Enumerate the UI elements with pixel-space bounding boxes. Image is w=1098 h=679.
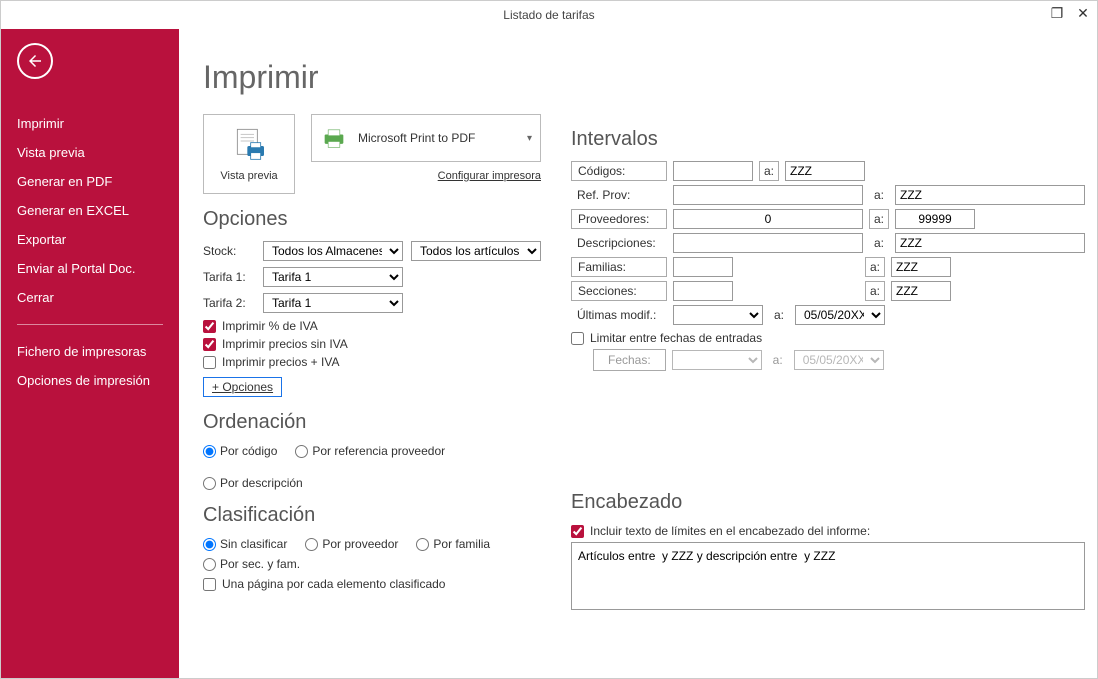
chk-mas-iva-label: Imprimir precios + IVA <box>222 355 339 369</box>
nav-generar-excel[interactable]: Generar en EXCEL <box>17 196 163 225</box>
lbl-ultmodif: Últimas modif.: <box>571 305 667 325</box>
a-descripciones: a: <box>869 233 889 253</box>
opciones-heading: Opciones <box>203 208 541 231</box>
nav-cerrar[interactable]: Cerrar <box>17 283 163 312</box>
chk-una-pagina-label: Una página por cada elemento clasificado <box>222 577 445 591</box>
a-codigos: a: <box>759 161 779 181</box>
ultmodif-to[interactable]: 05/05/20XX <box>795 305 885 325</box>
radio-por-descripcion[interactable] <box>203 477 216 490</box>
fechas-button[interactable]: Fechas: <box>593 349 666 371</box>
encabezado-heading: Encabezado <box>571 491 1085 514</box>
secciones-to[interactable] <box>891 281 951 301</box>
nav-imprimir[interactable]: Imprimir <box>17 109 163 138</box>
lbl-refprov: Ref. Prov: <box>571 185 667 205</box>
refprov-to[interactable] <box>895 185 1085 205</box>
lbl-descripciones: Descripciones: <box>571 233 667 253</box>
tarifa2-label: Tarifa 2: <box>203 296 255 310</box>
a-familias: a: <box>865 257 885 277</box>
descripciones-to[interactable] <box>895 233 1085 253</box>
lbl-proveedores: Proveedores: <box>571 209 667 229</box>
window-maximize-icon[interactable]: ❐ <box>1049 5 1065 21</box>
radio-por-familia[interactable] <box>416 538 429 551</box>
printer-name: Microsoft Print to PDF <box>358 131 475 145</box>
window-title: Listado de tarifas <box>503 8 594 22</box>
chk-incluir-limites[interactable] <box>571 525 584 538</box>
nav-opciones-impresion[interactable]: Opciones de impresión <box>17 366 163 395</box>
radio-sin-clasificar[interactable] <box>203 538 216 551</box>
secciones-from[interactable] <box>673 281 733 301</box>
document-printer-icon <box>229 126 269 166</box>
proveedores-to[interactable] <box>895 209 975 229</box>
tarifa1-select[interactable]: Tarifa 1 <box>263 267 403 287</box>
radio-por-proveedor[interactable] <box>305 538 318 551</box>
printer-selector[interactable]: Microsoft Print to PDF ▾ <box>311 114 541 162</box>
radio-por-codigo-label: Por código <box>220 444 277 458</box>
radio-por-familia-label: Por familia <box>433 537 490 551</box>
chk-sin-iva-label: Imprimir precios sin IVA <box>222 337 348 351</box>
radio-por-sec-fam-label: Por sec. y fam. <box>220 557 300 571</box>
a-proveedores: a: <box>869 209 889 229</box>
more-options-button[interactable]: + Opciones <box>203 377 282 397</box>
radio-por-ref-prov[interactable] <box>295 445 308 458</box>
ordenacion-heading: Ordenación <box>203 411 541 434</box>
chk-limitar-fechas[interactable] <box>571 332 584 345</box>
nav-enviar-portal[interactable]: Enviar al Portal Doc. <box>17 254 163 283</box>
radio-por-codigo[interactable] <box>203 445 216 458</box>
familias-to[interactable] <box>891 257 951 277</box>
preview-button-label: Vista previa <box>220 170 277 182</box>
proveedores-from[interactable] <box>673 209 863 229</box>
chk-iva-pct[interactable] <box>203 320 216 333</box>
a-secciones: a: <box>865 281 885 301</box>
codigos-to[interactable] <box>785 161 865 181</box>
configure-printer-link[interactable]: Configurar impresora <box>438 170 541 182</box>
refprov-from[interactable] <box>673 185 863 205</box>
radio-sin-clasificar-label: Sin clasificar <box>220 537 287 551</box>
chk-mas-iva[interactable] <box>203 356 216 369</box>
back-button[interactable] <box>17 43 53 79</box>
fechas-to[interactable]: 05/05/20XX <box>794 350 884 370</box>
chk-incluir-limites-label: Incluir texto de límites en el encabezad… <box>590 524 870 538</box>
radio-por-sec-fam[interactable] <box>203 558 216 571</box>
arrow-left-icon <box>26 52 44 70</box>
a-ultmodif: a: <box>769 305 789 325</box>
nav-vista-previa[interactable]: Vista previa <box>17 138 163 167</box>
lbl-codigos: Códigos: <box>571 161 667 181</box>
nav-generar-pdf[interactable]: Generar en PDF <box>17 167 163 196</box>
a-fechas: a: <box>768 350 788 370</box>
page-title: Imprimir <box>203 59 1069 96</box>
chk-limitar-fechas-label: Limitar entre fechas de entradas <box>590 331 762 345</box>
intervalos-heading: Intervalos <box>571 128 1085 151</box>
preview-button[interactable]: Vista previa <box>203 114 295 194</box>
radio-por-proveedor-label: Por proveedor <box>322 537 398 551</box>
nav-fichero-impresoras[interactable]: Fichero de impresoras <box>17 337 163 366</box>
fechas-from[interactable] <box>672 350 762 370</box>
familias-from[interactable] <box>673 257 733 277</box>
lbl-secciones: Secciones: <box>571 281 667 301</box>
window-close-icon[interactable]: ✕ <box>1075 5 1091 21</box>
lbl-familias: Familias: <box>571 257 667 277</box>
descripciones-from[interactable] <box>673 233 863 253</box>
radio-por-ref-prov-label: Por referencia proveedor <box>312 444 445 458</box>
ultmodif-from[interactable] <box>673 305 763 325</box>
stock-articulos-select[interactable]: Todos los artículos <box>411 241 541 261</box>
stock-label: Stock: <box>203 244 255 258</box>
tarifa2-select[interactable]: Tarifa 1 <box>263 293 403 313</box>
encabezado-textarea[interactable] <box>571 542 1085 610</box>
printer-icon <box>320 124 348 152</box>
chk-iva-pct-label: Imprimir % de IVA <box>222 319 318 333</box>
clasificacion-heading: Clasificación <box>203 504 541 527</box>
tarifa1-label: Tarifa 1: <box>203 270 255 284</box>
nav-exportar[interactable]: Exportar <box>17 225 163 254</box>
stock-almacen-select[interactable]: Todos los Almacenes <box>263 241 403 261</box>
dropdown-caret-icon: ▾ <box>527 133 532 144</box>
nav-separator <box>17 324 163 325</box>
codigos-from[interactable] <box>673 161 753 181</box>
chk-una-pagina[interactable] <box>203 578 216 591</box>
a-refprov: a: <box>869 185 889 205</box>
radio-por-descripcion-label: Por descripción <box>220 476 303 490</box>
chk-sin-iva[interactable] <box>203 338 216 351</box>
